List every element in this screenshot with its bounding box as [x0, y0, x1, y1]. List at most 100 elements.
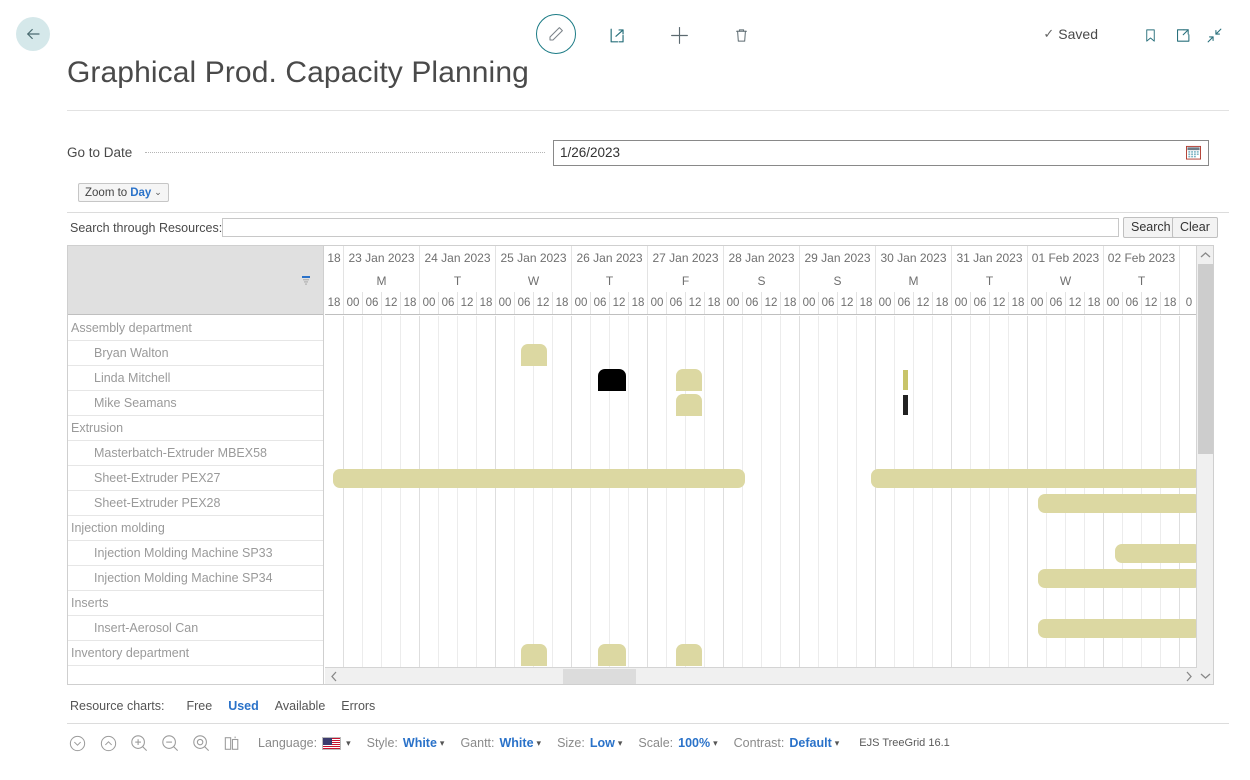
resource-row[interactable]: Injection Molding Machine SP33: [68, 541, 323, 566]
size-caret-icon[interactable]: ▾: [618, 738, 623, 749]
timeline-dow-cell: F: [648, 269, 724, 292]
timeline-day-cell: 28 Jan 2023: [724, 246, 800, 269]
gantt-bar[interactable]: [333, 469, 745, 488]
gantt-bar[interactable]: [871, 469, 1197, 488]
resource-row-label: Extrusion: [71, 421, 124, 435]
back-button[interactable]: [16, 17, 50, 51]
resource-tree-header[interactable]: [68, 246, 323, 315]
resource-row[interactable]: Sheet-Extruder PEX28: [68, 491, 323, 516]
resource-chart-used[interactable]: Used: [228, 699, 259, 713]
delete-button[interactable]: [728, 22, 754, 48]
scroll-left-button[interactable]: [325, 668, 342, 684]
scale-value[interactable]: 100%: [678, 736, 710, 750]
go-to-date-input[interactable]: [560, 145, 1160, 160]
zoom-in-icon[interactable]: [129, 733, 149, 753]
scroll-right-button[interactable]: [1180, 668, 1197, 684]
bookmark-button[interactable]: [1137, 22, 1163, 48]
gantt-bar[interactable]: [676, 394, 702, 416]
gantt-bar[interactable]: [676, 644, 702, 666]
chevron-left-icon: [330, 671, 336, 681]
scroll-up-button[interactable]: [1197, 246, 1213, 263]
gantt-caret-icon[interactable]: ▾: [537, 738, 542, 749]
gantt-bar[interactable]: [1038, 569, 1197, 588]
size-label: Size:: [557, 736, 585, 750]
timeline-hour-cell: 12: [914, 292, 933, 314]
resource-chart-free[interactable]: Free: [186, 699, 212, 713]
resource-row[interactable]: Linda Mitchell: [68, 366, 323, 391]
expand-all-icon[interactable]: [67, 733, 87, 753]
gantt-bar[interactable]: [903, 370, 908, 390]
timeline-hour-cell: 00: [1028, 292, 1047, 314]
horizontal-scroll-thumb[interactable]: [563, 669, 636, 684]
share-button[interactable]: [604, 22, 630, 48]
language-label: Language:: [258, 736, 318, 750]
resource-row[interactable]: Sheet-Extruder PEX27: [68, 466, 323, 491]
calendar-icon[interactable]: [1186, 145, 1201, 163]
sort-icon[interactable]: [300, 275, 312, 287]
collapse-button[interactable]: [1201, 22, 1227, 48]
zoom-reset-icon[interactable]: [191, 733, 211, 753]
timeline-hour-cell: 18: [477, 292, 496, 314]
resource-row-label: Injection molding: [71, 521, 165, 535]
timeline-dow-cell: W: [496, 269, 572, 292]
resource-row[interactable]: Injection Molding Machine SP34: [68, 566, 323, 591]
add-button[interactable]: [666, 22, 692, 48]
print-icon[interactable]: [222, 733, 242, 753]
timeline-hour-row: 18 00 06 12 18 00 06 12 18 00 06 12 18 00 06 12 18 00 06 12…: [325, 292, 1197, 314]
resource-row[interactable]: Bryan Walton: [68, 341, 323, 366]
resource-row[interactable]: Masterbatch-Extruder MBEX58: [68, 441, 323, 466]
resource-row[interactable]: Inserts: [68, 591, 323, 616]
gantt-value[interactable]: White: [500, 736, 534, 750]
gantt-bar[interactable]: [1038, 619, 1197, 638]
gantt-bar[interactable]: [1038, 494, 1197, 513]
collapse-all-icon[interactable]: [98, 733, 118, 753]
gantt-bar[interactable]: [676, 369, 702, 391]
search-button[interactable]: Search: [1123, 217, 1179, 238]
gantt-body[interactable]: [325, 316, 1197, 684]
us-flag-icon[interactable]: [322, 736, 342, 750]
timeline-hour-cell: 18: [1009, 292, 1028, 314]
resource-row[interactable]: Insert-Aerosol Can: [68, 616, 323, 641]
contrast-caret-icon[interactable]: ▾: [835, 738, 840, 749]
timeline-dow-cell: M: [344, 269, 420, 292]
search-input[interactable]: [222, 218, 1119, 237]
gantt-bar[interactable]: [903, 395, 908, 415]
gantt-bar[interactable]: [521, 344, 547, 366]
gantt-bar[interactable]: [1115, 544, 1197, 563]
resource-row[interactable]: Assembly department: [68, 316, 323, 341]
timeline-day-cell: 18: [325, 246, 344, 269]
gantt-bar[interactable]: [598, 644, 626, 666]
resource-row[interactable]: Inventory department: [68, 641, 323, 666]
resource-row[interactable]: Mike Seamans: [68, 391, 323, 416]
gantt-bar[interactable]: [521, 644, 547, 666]
clear-button[interactable]: Clear: [1172, 217, 1218, 238]
size-value[interactable]: Low: [590, 736, 615, 750]
open-in-new-button[interactable]: [1169, 22, 1195, 48]
resource-row[interactable]: Injection molding: [68, 516, 323, 541]
style-caret-icon[interactable]: ▾: [440, 738, 445, 749]
zoom-to-day-dropdown[interactable]: Zoom to Day ⌄: [78, 183, 169, 202]
resource-row[interactable]: Extrusion: [68, 416, 323, 441]
resource-chart-errors[interactable]: Errors: [341, 699, 375, 713]
scroll-down-button[interactable]: [1197, 667, 1213, 684]
scale-caret-icon[interactable]: ▾: [713, 738, 718, 749]
vertical-scrollbar[interactable]: [1196, 246, 1213, 684]
style-value[interactable]: White: [403, 736, 437, 750]
edit-button[interactable]: [536, 14, 576, 54]
go-to-date-field[interactable]: [553, 140, 1209, 166]
horizontal-scrollbar[interactable]: [325, 667, 1197, 684]
gantt-gridline: [572, 316, 591, 684]
language-caret-icon[interactable]: ▾: [346, 738, 351, 749]
vertical-scroll-thumb[interactable]: [1198, 264, 1213, 454]
gantt-bar[interactable]: [598, 369, 626, 391]
contrast-value[interactable]: Default: [789, 736, 831, 750]
timeline-day-cell: 02 Feb 2023: [1104, 246, 1180, 269]
search-resources-label: Search through Resources:: [70, 221, 223, 235]
zoom-out-icon[interactable]: [160, 733, 180, 753]
gantt-gridline: [648, 316, 667, 684]
resource-chart-available[interactable]: Available: [275, 699, 326, 713]
timeline-hour-cell: 06: [1047, 292, 1066, 314]
timeline-dow-cell: M: [876, 269, 952, 292]
timeline-hour-cell: 00: [572, 292, 591, 314]
timeline-day-cell: 25 Jan 2023: [496, 246, 572, 269]
